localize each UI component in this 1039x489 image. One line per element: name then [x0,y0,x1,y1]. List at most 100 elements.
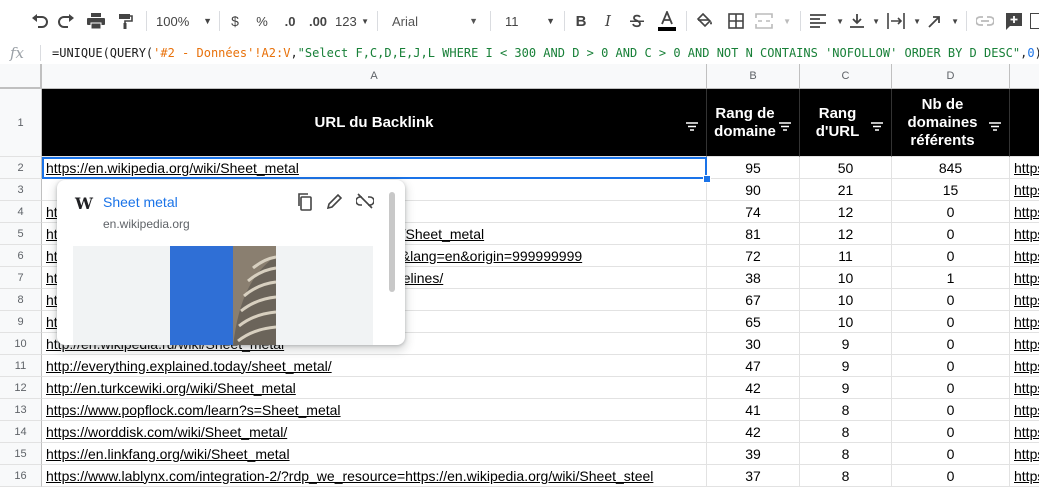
cell-link[interactable]: https [1010,204,1039,220]
print-icon[interactable] [85,9,107,33]
font-select[interactable]: Arial ▼ [392,9,478,33]
filter-icon[interactable] [989,118,1001,136]
column-header[interactable] [1010,64,1039,89]
table-cell[interactable]: 9 [800,377,892,399]
row-header[interactable]: 16 [0,465,42,487]
cell-link[interactable]: https://en.linkfang.org/wiki/Sheet_metal [42,446,290,462]
row-header[interactable]: 9 [0,311,42,333]
borders-icon[interactable] [726,9,746,33]
header-cell[interactable]: Rang d'URL [800,89,892,157]
table-cell[interactable]: https [1010,333,1039,355]
table-cell[interactable]: http://en.turkcewiki.org/wiki/Sheet_meta… [42,377,707,399]
cell-link[interactable]: https [1010,424,1039,440]
remove-link-icon[interactable] [355,193,375,214]
header-cell[interactable]: URL du Backlink [42,89,707,157]
table-cell[interactable]: https [1010,443,1039,465]
table-cell[interactable]: 67 [707,289,800,311]
merge-cells-icon[interactable]: ▼ [755,9,791,33]
table-cell[interactable]: https://worddisk.com/wiki/Sheet_metal/ [42,421,707,443]
table-cell[interactable]: https [1010,179,1039,201]
table-cell[interactable]: https [1010,421,1039,443]
column-header[interactable]: B [707,64,800,89]
vertical-align-icon[interactable]: ▼ [850,9,880,33]
table-cell[interactable]: http://everything.explained.today/sheet_… [42,355,707,377]
cell-link[interactable]: https [1010,380,1039,396]
row-header[interactable]: 10 [0,333,42,355]
table-cell[interactable]: 8 [800,421,892,443]
cell-link[interactable]: https [1010,160,1039,176]
fill-color-icon[interactable] [695,9,715,33]
table-cell[interactable]: https://en.linkfang.org/wiki/Sheet_metal [42,443,707,465]
table-cell[interactable]: 845 [892,157,1010,179]
table-cell[interactable]: 50 [800,157,892,179]
table-cell[interactable]: https://en.wikipedia.org/wiki/Sheet_meta… [42,157,707,179]
table-cell[interactable]: 30 [707,333,800,355]
font-size-select[interactable]: 11 ▼ [505,9,555,33]
bold-button[interactable]: B [573,9,589,33]
table-cell[interactable]: https [1010,157,1039,179]
cell-link[interactable]: https://en.wikipedia.org/wiki/Sheet_meta… [42,160,299,176]
filter-icon[interactable] [779,118,791,136]
header-cell[interactable]: Rang de domaine [707,89,800,157]
cell-link[interactable]: https [1010,358,1039,374]
cell-link[interactable]: https [1010,468,1039,484]
more-formats-select[interactable]: 123 ▼ [335,9,369,33]
edit-link-icon[interactable] [326,193,343,214]
table-cell[interactable]: https [1010,377,1039,399]
table-cell[interactable]: https [1010,311,1039,333]
table-cell[interactable]: https [1010,399,1039,421]
table-cell[interactable]: 1 [892,267,1010,289]
table-cell[interactable]: 81 [707,223,800,245]
row-header[interactable]: 4 [0,201,42,223]
table-cell[interactable]: 10 [800,289,892,311]
cell-link[interactable]: https [1010,248,1039,264]
copy-link-icon[interactable] [297,193,313,216]
paint-format-icon[interactable] [114,9,136,33]
percent-button[interactable]: % [255,9,269,33]
table-cell[interactable]: 0 [892,245,1010,267]
table-cell[interactable]: 90 [707,179,800,201]
table-cell[interactable]: 0 [892,201,1010,223]
table-cell[interactable]: 0 [892,355,1010,377]
table-cell[interactable]: 38 [707,267,800,289]
table-cell[interactable]: 8 [800,399,892,421]
row-header[interactable]: 15 [0,443,42,465]
formula-input[interactable]: =UNIQUE(QUERY('#2 - Données'!A2:V,"Selec… [52,42,1039,64]
row-header[interactable]: 7 [0,267,42,289]
cell-link[interactable]: https [1010,446,1039,462]
column-header[interactable]: D [892,64,1010,89]
insert-link-icon[interactable] [975,9,995,33]
column-header[interactable]: A [42,64,707,89]
undo-icon[interactable] [28,9,50,33]
filter-icon[interactable] [871,118,883,136]
table-cell[interactable]: https [1010,245,1039,267]
row-header[interactable]: 3 [0,179,42,201]
column-header[interactable]: C [800,64,892,89]
cell-link[interactable]: https [1010,314,1039,330]
table-cell[interactable]: 72 [707,245,800,267]
table-cell[interactable]: https [1010,289,1039,311]
horizontal-align-icon[interactable]: ▼ [810,9,844,33]
table-cell[interactable]: https [1010,355,1039,377]
table-cell[interactable]: 21 [800,179,892,201]
cell-link[interactable]: https [1010,182,1039,198]
row-header[interactable]: 11 [0,355,42,377]
cell-link[interactable]: https [1010,402,1039,418]
text-rotation-icon[interactable]: ▼ [927,9,959,33]
table-cell[interactable]: 42 [707,377,800,399]
table-cell[interactable]: https://www.lablynx.com/integration-2/?r… [42,465,707,487]
header-cell[interactable]: Nb de domaines référents [892,89,1010,157]
cell-link[interactable]: http://everything.explained.today/sheet_… [42,358,332,374]
cell-link[interactable]: https [1010,226,1039,242]
table-cell[interactable]: 9 [800,355,892,377]
cell-link[interactable]: http://en.turkcewiki.org/wiki/Sheet_meta… [42,380,296,396]
cell-link[interactable]: https://www.lablynx.com/integration-2/?r… [42,468,653,484]
table-cell[interactable]: 0 [892,333,1010,355]
table-cell[interactable]: 0 [892,223,1010,245]
fill-handle[interactable] [703,175,711,183]
table-cell[interactable]: https [1010,201,1039,223]
row-header[interactable]: 5 [0,223,42,245]
decrease-decimal-button[interactable]: .0 [280,9,300,33]
table-cell[interactable]: 0 [892,443,1010,465]
table-cell[interactable]: 47 [707,355,800,377]
